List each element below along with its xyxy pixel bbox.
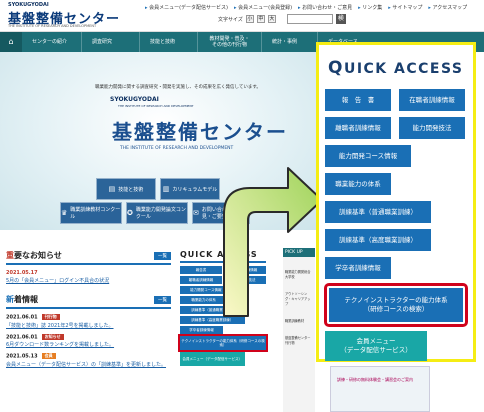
top-links: 会員メニュー(データ配信サービス) 会員メニュー(会員登録) お問い合わせ・ご意… (145, 4, 467, 11)
quick-access-panel: QUICK ACCESS 報 告 書 在職者訓練情報 離職者訓練情報 能力開発技… (316, 42, 476, 362)
pickup-item[interactable]: 基盤整備センター刊行物 (285, 335, 313, 345)
nav-item-statistics[interactable]: 統計・事例 (262, 32, 318, 52)
qa-techniques-button[interactable]: 能力開発技法 (399, 117, 465, 139)
top-link-contact[interactable]: お問い合わせ・ご意見 (298, 4, 352, 11)
top-link-links[interactable]: リンク集 (358, 4, 382, 11)
qa-small-graduates[interactable]: 学卒者訓練情報 (180, 326, 223, 334)
qa-graduates-button[interactable]: 学卒者訓練情報 (325, 257, 391, 279)
qa-in-service-button[interactable]: 在職者訓練情報 (399, 89, 465, 111)
qa-small-member-menu[interactable]: 会員メニュー（データ配信サービス） (180, 352, 245, 366)
qa-course-info-button[interactable]: 能力開発コース情報 (325, 145, 411, 167)
button-line1: テクノインストラクターの能力体系 (344, 296, 448, 304)
date-text: 2021.05.13 (6, 353, 38, 360)
medal-icon: ✪ (127, 209, 133, 217)
qa-small-techno-instructor[interactable]: テクノインストラクターの能力体系（研修コースの検索） (178, 334, 268, 352)
important-news-header: 重要なお知らせ 一覧 (6, 250, 171, 265)
search-button[interactable]: 検 (335, 14, 346, 24)
date-text: 2021.06.01 (6, 314, 38, 321)
hero-logo-en: THE INSTITUTE OF RESEARCH AND DEVELOPMEN… (118, 104, 194, 108)
news-date: 2021.06.01 お知らせ (6, 333, 171, 340)
hero-button-label: 技能と技術 (118, 186, 144, 193)
nav-item-about[interactable]: センターの紹介 (22, 32, 82, 52)
news-date: 2021.06.01 刊行物 (6, 314, 171, 321)
hero-button-materials-contest[interactable]: ♛ 職業訓練教材コンクール (60, 202, 122, 224)
important-news-title: 重要なお知らせ (6, 250, 62, 261)
mail-icon: ✉ (193, 209, 199, 217)
page: SYOKUGYODAI 基盤整備センター THE INSTITUTE OF RE… (0, 0, 484, 412)
date-text: 2021.06.01 (6, 334, 38, 340)
title-rest: 要なお知らせ (14, 251, 62, 260)
site-header: SYOKUGYODAI 基盤整備センター THE INSTITUTE OF RE… (0, 0, 484, 32)
qa-standard-normal-button[interactable]: 訓練基準（普通職業訓練） (325, 201, 431, 223)
nav-item-research[interactable]: 調査研究 (82, 32, 140, 52)
nav-item-skills[interactable]: 技能と技術 (140, 32, 198, 52)
logo-subtitle: THE INSTITUTE OF RESEARCH AND DEVELOPMEN… (8, 24, 97, 28)
title-accent: 新 (6, 295, 14, 304)
callout-arrow-icon (223, 167, 323, 317)
news-date: 2021.05.13 会員 (6, 353, 171, 360)
qa-report-button[interactable]: 報 告 書 (325, 89, 391, 111)
home-icon[interactable]: ⌂ (0, 32, 22, 52)
pickup-item[interactable]: 職業訓練教材 (285, 318, 313, 323)
qa-techno-instructor-button[interactable]: テクノインストラクターの能力体系 （研修コースの検索） (329, 288, 463, 322)
qa-competency-button[interactable]: 職業能力の体系 (325, 173, 391, 195)
top-link-member-register[interactable]: 会員メニュー(会員登録) (234, 4, 292, 11)
font-size-label: 文字サイズ (218, 16, 243, 23)
event-banner[interactable]: 訓練・研修の無料体験会・講習会のご案内 (330, 366, 430, 412)
font-size-small-button[interactable]: 小 (245, 15, 254, 23)
title-rest: 着情報 (14, 295, 38, 304)
hero-button-label: 職業能力開発論文コンクール (135, 207, 186, 220)
document-icon: ▥ (162, 185, 170, 193)
news-section: 重要なお知らせ 一覧 2021.05.17 5月の「会員メニュー」ログイン不具合… (6, 250, 171, 368)
book-icon: ▤ (108, 185, 116, 193)
top-link-sitemap[interactable]: サイトマップ (388, 4, 422, 11)
news-link[interactable]: 「技能と技術」誌 2021年2号を掲載しました。 (6, 322, 171, 329)
top-link-member-data[interactable]: 会員メニュー(データ配信サービス) (145, 4, 228, 11)
new-info-header: 新着情報 一覧 (6, 294, 171, 309)
quick-access-panel-title: QUICK ACCESS (328, 58, 464, 78)
button-line2: （研修コースの検索） (363, 305, 429, 313)
button-line2: （データ配信サービス） (340, 346, 412, 354)
search-row: 文字サイズ 小 中 大 検 (218, 14, 346, 24)
trophy-icon: ♛ (61, 209, 68, 217)
new-info-more-button[interactable]: 一覧 (154, 295, 171, 304)
hero-button-skills[interactable]: ▤ 技能と技術 (96, 178, 156, 200)
hero-tagline: 職業能力開発に関する調査研究・開発を実施し、その成果を広く発信しています。 (95, 85, 261, 90)
search-input[interactable] (286, 14, 333, 24)
hero-logo-small: SYOKUGYODAI (110, 96, 159, 103)
event-banner-text: 訓練・研修の無料体験会・講習会のご案内 (337, 377, 413, 382)
category-badge: お知らせ (41, 333, 64, 340)
category-badge: 会員 (41, 353, 56, 359)
news-link[interactable]: 5月の「会員メニュー」ログイン不具合の状況 (6, 277, 171, 284)
news-link[interactable]: 6月ダウンロード数ランキングを掲載しました。 (6, 341, 171, 348)
font-size-large-button[interactable]: 大 (267, 15, 276, 23)
top-link-access[interactable]: アクセスマップ (428, 4, 468, 11)
news-link[interactable]: 会員メニュー（データ配信サービス）の「訓練基準」を更新しました。 (6, 361, 171, 368)
title-rest: UICK ACCESS (343, 61, 464, 77)
hero-subtitle: THE INSTITUTE OF RESEARCH AND DEVELOPMEN… (120, 146, 234, 151)
important-news-more-button[interactable]: 一覧 (154, 251, 171, 260)
category-badge: 刊行物 (41, 314, 60, 320)
hero-button-paper-contest[interactable]: ✪ 職業能力開発論文コンクール (126, 202, 188, 224)
hero-title: 基盤整備センター (112, 120, 288, 144)
news-date: 2021.05.17 (6, 270, 38, 276)
title-initial: Q (328, 58, 344, 78)
title-accent: 重 (6, 251, 14, 260)
qa-unemployed-button[interactable]: 離職者訓練情報 (325, 117, 391, 139)
qa-member-menu-button[interactable]: 会員メニュー （データ配信サービス） (325, 331, 427, 361)
font-size-medium-button[interactable]: 中 (256, 15, 265, 23)
qa-standard-advanced-button[interactable]: 訓練基準（高度職業訓練） (325, 229, 431, 251)
button-line1: 会員メニュー (356, 337, 396, 345)
nav-item-materials[interactable]: 教材開発・普及・その他の刊行物 (198, 32, 262, 52)
hero-button-label: 職業訓練教材コンクール (70, 207, 121, 220)
new-info-title: 新着情報 (6, 294, 38, 305)
